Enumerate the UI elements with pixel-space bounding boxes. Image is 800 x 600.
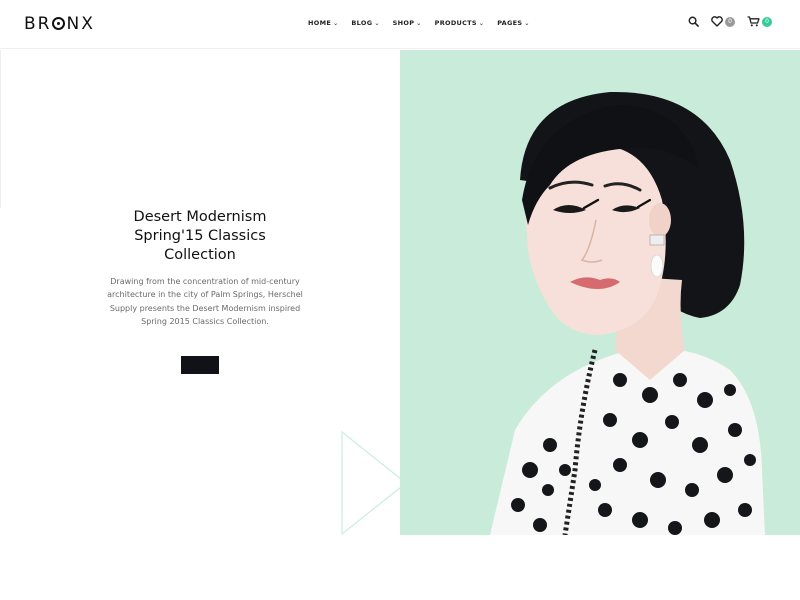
chevron-down-icon: ⌄ (333, 20, 339, 27)
wishlist-count-badge: 0 (725, 16, 735, 27)
logo-text-suffix: NX (66, 14, 95, 34)
heart-icon (711, 16, 723, 27)
nav-label: SHOP (392, 19, 415, 27)
hero-title-line-3: Collection (164, 247, 236, 263)
chevron-down-icon: ⌄ (374, 20, 380, 27)
brand-logo[interactable]: BR NX (24, 14, 95, 34)
header-actions: 0 0 (676, 16, 772, 27)
nav-item-blog[interactable]: BLOG ⌄ (351, 19, 379, 27)
nav-item-pages[interactable]: PAGES ⌄ (497, 19, 529, 27)
divider (0, 50, 1, 208)
hero-title: Desert Modernism Spring'15 Classics Coll… (100, 208, 300, 265)
nav-item-shop[interactable]: SHOP ⌄ (393, 19, 422, 27)
chevron-down-icon: ⌄ (416, 20, 422, 27)
hero-title-line-2: Spring'15 Classics (134, 228, 266, 244)
chevron-down-icon: ⌄ (524, 20, 530, 27)
site-header: BR NX HOME ⌄ BLOG ⌄ SHOP ⌄ PRODUCTS ⌄ PAGES ⌄ … (0, 0, 800, 49)
nav-item-products[interactable]: PRODUCTS ⌄ (435, 19, 485, 27)
nav-label: HOME (308, 19, 332, 27)
main-nav: HOME ⌄ BLOG ⌄ SHOP ⌄ PRODUCTS ⌄ PAGES ⌄ (308, 19, 543, 27)
cart-count-badge: 0 (762, 16, 772, 27)
nav-label: PAGES (497, 19, 523, 27)
page-bottom-space (0, 535, 800, 600)
chevron-down-icon: ⌄ (478, 20, 485, 27)
nav-item-home[interactable]: HOME ⌄ (308, 19, 338, 27)
hero-image (400, 50, 800, 535)
cart-icon (747, 16, 760, 27)
logo-o-mark (52, 17, 66, 30)
nav-label: PRODUCTS (434, 19, 477, 27)
nav-label: BLOG (351, 19, 373, 27)
fashion-model-illustration (400, 50, 800, 535)
hero-cta-button[interactable] (181, 356, 219, 374)
hero-description: Drawing from the concentration of mid-ce… (107, 277, 303, 327)
cart-button[interactable]: 0 (747, 16, 772, 27)
wishlist-button[interactable]: 0 (711, 16, 735, 27)
hero-title-line-1: Desert Modernism (133, 209, 267, 225)
search-icon (688, 16, 699, 27)
search-button[interactable] (688, 16, 699, 27)
logo-text-prefix: BR (24, 14, 52, 34)
